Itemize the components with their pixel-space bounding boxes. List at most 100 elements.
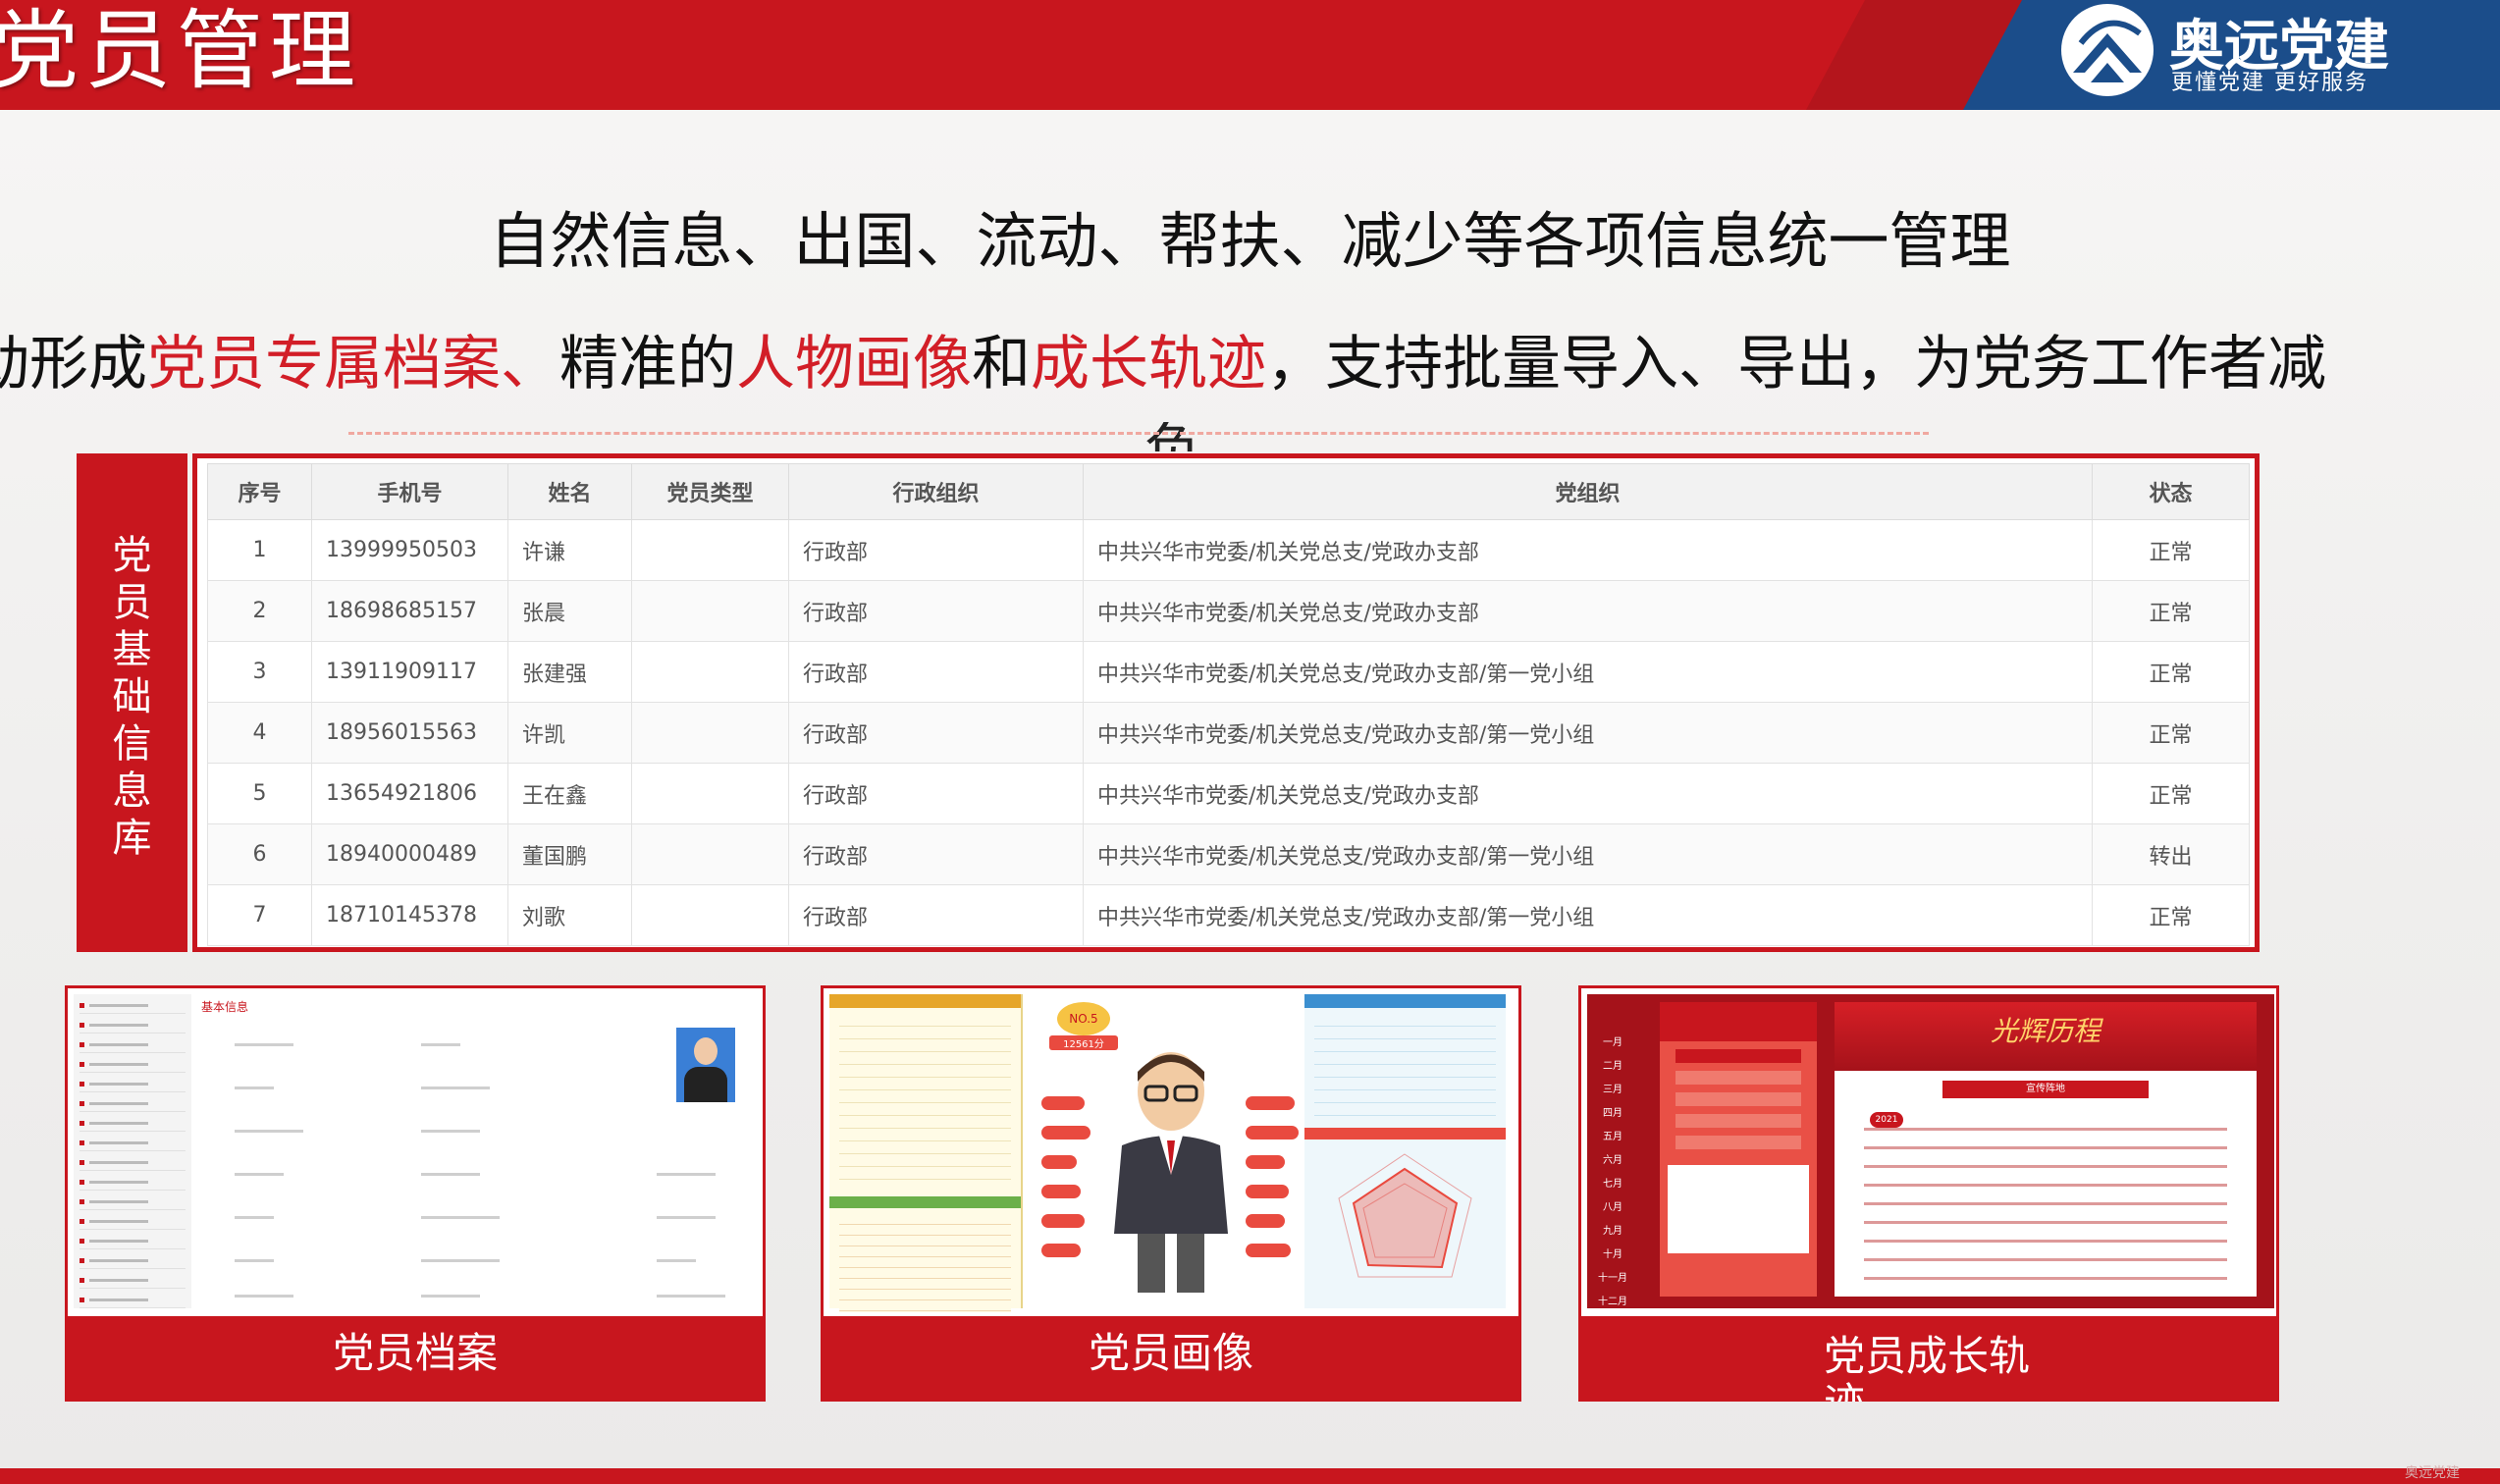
cell-status: 正常 — [2092, 519, 2250, 581]
footer-logo: 奥远党建 — [2405, 1465, 2460, 1481]
month-item[interactable]: 四月 — [1595, 1102, 1630, 1126]
cell-party-org: 中共兴华市党委/机关党总支/党政办支部 — [1083, 519, 2093, 581]
cell-name: 许凯 — [507, 702, 632, 764]
month-item[interactable]: 八月 — [1595, 1196, 1630, 1220]
cell-phone: 18710145378 — [311, 884, 508, 946]
profile-section-title: 基本信息 — [201, 1000, 249, 1014]
subline: 动形成党员专属档案、精准的人物画像和成长轨迹，支持批量导入、导出，为党务工作者减 — [0, 316, 2326, 401]
table-row[interactable]: 7 18710145378 刘歌 行政部 中共兴华市党委/机关党总支/党政办支部… — [207, 884, 2250, 946]
cell-type — [631, 702, 789, 764]
growth-banner: 光辉历程 — [1990, 1015, 2101, 1047]
cell-admin-org: 行政部 — [788, 519, 1084, 581]
cell-party-org: 中共兴华市党委/机关党总支/党政办支部 — [1083, 763, 2093, 824]
growth-caption-text: 党员成长轨迹 — [1824, 1332, 2031, 1403]
col-header[interactable]: 手机号 — [311, 463, 508, 520]
subline-text: 和 — [972, 330, 1031, 398]
year-marker: 2021 — [1870, 1112, 1903, 1128]
cell-admin-org: 行政部 — [788, 763, 1084, 824]
col-header[interactable]: 状态 — [2092, 463, 2250, 520]
month-item[interactable]: 十一月 — [1595, 1267, 1630, 1291]
cell-name: 董国鹏 — [507, 823, 632, 885]
col-header[interactable]: 序号 — [207, 463, 312, 520]
month-item[interactable]: 九月 — [1595, 1220, 1630, 1244]
cell-index: 5 — [207, 763, 312, 824]
table-row[interactable]: 5 13654921806 王在鑫 行政部 中共兴华市党委/机关党总支/党政办支… — [207, 763, 2250, 824]
cell-phone: 13654921806 — [311, 763, 508, 824]
cell-status: 转出 — [2092, 823, 2250, 885]
cell-type — [631, 884, 789, 946]
table-row[interactable]: 6 18940000489 董国鹏 行政部 中共兴华市党委/机关党总支/党政办支… — [207, 823, 2250, 885]
cell-index: 4 — [207, 702, 312, 764]
cell-name: 张建强 — [507, 641, 632, 703]
month-item[interactable]: 七月 — [1595, 1173, 1630, 1196]
col-header[interactable]: 党组织 — [1083, 463, 2093, 520]
cell-phone: 18956015563 — [311, 702, 508, 764]
cell-index: 6 — [207, 823, 312, 885]
member-table-panel: 序号 手机号 姓名 党员类型 行政组织 党组织 状态 1 13999950503… — [192, 453, 2260, 952]
table-row[interactable]: 2 18698685157 张晨 行政部 中共兴华市党委/机关党总支/党政办支部… — [207, 580, 2250, 642]
growth-menu-panel — [1660, 1002, 1817, 1297]
cell-phone: 18698685157 — [311, 580, 508, 642]
cell-name: 张晨 — [507, 580, 632, 642]
subline-text: 精准的 — [559, 330, 736, 398]
portrait-screenshot[interactable]: NO.5 12561分 — [821, 985, 1521, 1319]
profile-sidebar — [74, 994, 191, 1308]
col-header[interactable]: 行政组织 — [788, 463, 1084, 520]
portrait-info-panel — [829, 994, 1023, 1312]
cell-party-org: 中共兴华市党委/机关党总支/党政办支部/第一党小组 — [1083, 884, 2093, 946]
table-header-row: 序号 手机号 姓名 党员类型 行政组织 党组织 状态 — [207, 463, 2250, 520]
cell-name: 许谦 — [507, 519, 632, 581]
cell-admin-org: 行政部 — [788, 641, 1084, 703]
month-item[interactable]: 六月 — [1595, 1149, 1630, 1173]
cell-status: 正常 — [2092, 763, 2250, 824]
subline-text: ，支持批量导入、导出，为党务工作者减 — [1266, 330, 2326, 398]
cell-phone: 13999950503 — [311, 519, 508, 581]
logo-icon — [2061, 4, 2154, 96]
subline-highlight: 党员专属档案、 — [147, 330, 559, 398]
radar-chart — [1338, 1153, 1472, 1278]
headline: 自然信息、出国、流动、帮扶、减少等各项信息统一管理 — [489, 205, 2011, 277]
cell-status: 正常 — [2092, 884, 2250, 946]
subline-highlight: 成长轨迹 — [1031, 330, 1266, 398]
cell-phone: 18940000489 — [311, 823, 508, 885]
section-label-text: 党员基础信息库 — [112, 533, 152, 861]
cell-phone: 13911909117 — [311, 641, 508, 703]
month-item[interactable]: 十月 — [1595, 1244, 1630, 1267]
cell-type — [631, 823, 789, 885]
cell-index: 7 — [207, 884, 312, 946]
month-item[interactable]: 十二月 — [1595, 1291, 1630, 1314]
cell-status: 正常 — [2092, 702, 2250, 764]
cell-admin-org: 行政部 — [788, 702, 1084, 764]
month-item[interactable]: 五月 — [1595, 1126, 1630, 1149]
profile-screenshot[interactable]: 基本信息 — [65, 985, 766, 1319]
portrait-caption: 党员画像 — [821, 1319, 1521, 1402]
growth-caption: 党员成长轨迹 — [1578, 1319, 2279, 1402]
cell-type — [631, 641, 789, 703]
cell-party-org: 中共兴华市党委/机关党总支/党政办支部/第一党小组 — [1083, 823, 2093, 885]
subline-highlight: 人物画像 — [736, 330, 972, 398]
rank-badge: NO.5 12561分 — [1049, 1002, 1118, 1051]
section-label: 党员基础信息库 — [77, 453, 187, 952]
cell-status: 正常 — [2092, 641, 2250, 703]
cell-admin-org: 行政部 — [788, 823, 1084, 885]
subline-overflow: 负 — [1144, 422, 1202, 451]
growth-tag: 宣传阵地 — [1942, 1081, 2149, 1098]
cell-party-org: 中共兴华市党委/机关党总支/党政办支部 — [1083, 580, 2093, 642]
col-header[interactable]: 党员类型 — [631, 463, 789, 520]
month-item[interactable]: 一月 — [1595, 1032, 1630, 1055]
profile-caption: 党员档案 — [65, 1319, 766, 1402]
month-item[interactable]: 三月 — [1595, 1079, 1630, 1102]
member-table: 序号 手机号 姓名 党员类型 行政组织 党组织 状态 1 13999950503… — [207, 463, 2250, 946]
table-row[interactable]: 3 13911909117 张建强 行政部 中共兴华市党委/机关党总支/党政办支… — [207, 641, 2250, 703]
cell-type — [631, 519, 789, 581]
logo-slogan: 更懂党建 更好服务 — [2171, 71, 2368, 95]
table-row[interactable]: 1 13999950503 许谦 行政部 中共兴华市党委/机关党总支/党政办支部… — [207, 519, 2250, 581]
portrait-stats-panel — [1304, 994, 1506, 1308]
month-item[interactable]: 二月 — [1595, 1055, 1630, 1079]
growth-screenshot[interactable]: 一月 二月 三月 四月 五月 六月 七月 八月 九月 十月 十一月 十二月 光辉… — [1578, 985, 2279, 1319]
avatar — [1102, 1047, 1240, 1302]
page-title: 党员管理 — [0, 0, 362, 101]
table-row[interactable]: 4 18956015563 许凯 行政部 中共兴华市党委/机关党总支/党政办支部… — [207, 702, 2250, 764]
rank-badge-text: NO.5 — [1057, 1002, 1110, 1035]
col-header[interactable]: 姓名 — [507, 463, 632, 520]
